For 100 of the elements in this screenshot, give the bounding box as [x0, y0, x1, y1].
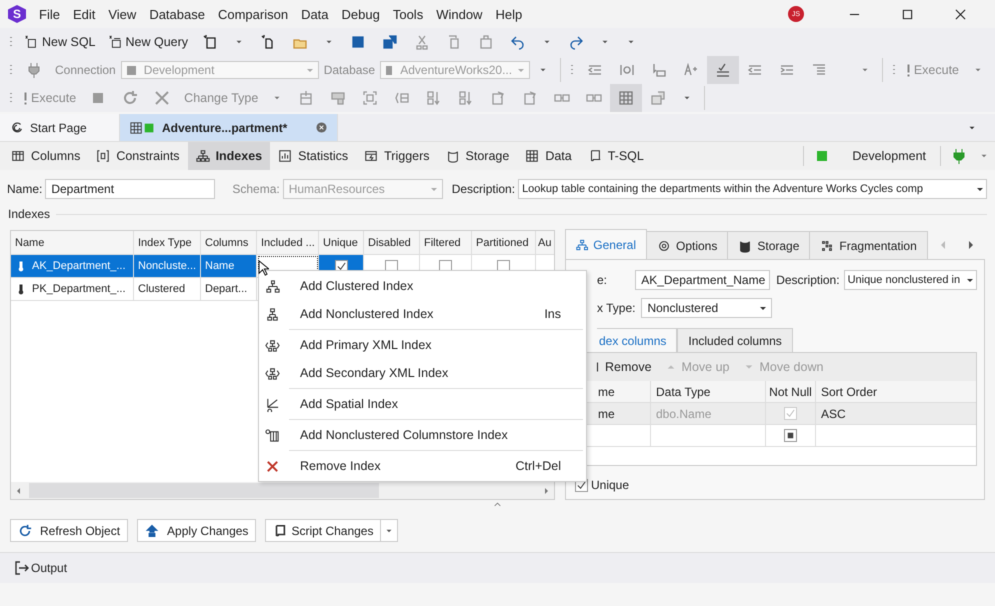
- editor-tab[interactable]: Columns: [3, 142, 88, 170]
- connection-label: Connection: [55, 63, 116, 77]
- grid-icon[interactable]: [610, 84, 642, 112]
- menu-item[interactable]: Add Clustered Index: [259, 272, 586, 300]
- new-window-icon: [108, 35, 122, 49]
- menu-item[interactable]: Remove Index Ctrl+Del: [259, 452, 586, 480]
- refresh-icon: [10, 120, 24, 134]
- editor-tab[interactable]: Statistics: [270, 142, 356, 170]
- table-cell: ASC: [821, 406, 846, 420]
- editor-tab[interactable]: Indexes: [188, 142, 270, 170]
- columnstore-icon: [265, 428, 280, 442]
- toolbar-button[interactable]: Remove: [596, 359, 652, 375]
- editor-tab[interactable]: Triggers: [356, 142, 438, 170]
- document-tab[interactable]: Adventure...partment*: [120, 114, 338, 141]
- exit-icon: [14, 560, 30, 576]
- editor-tab[interactable]: T-SQL: [580, 142, 652, 170]
- checkmark-icon: [336, 260, 346, 272]
- index-name-field[interactable]: AK_Department_Name: [635, 270, 770, 290]
- table-icon: [130, 120, 156, 134]
- schema-label: Schema:: [232, 182, 280, 196]
- menu-item[interactable]: Data: [301, 6, 329, 22]
- new-query-button[interactable]: New Query: [102, 31, 194, 53]
- checkmark-icon: [785, 408, 796, 419]
- menu-item[interactable]: Edit: [72, 6, 96, 22]
- scroll-left-icon[interactable]: [15, 486, 23, 494]
- refresh-icon: [18, 524, 32, 538]
- hierarchy-icon: [265, 338, 280, 352]
- square-icon: [785, 430, 796, 441]
- storage-icon: [738, 238, 752, 252]
- indexes-icon: [196, 149, 210, 163]
- options-icon: [657, 238, 671, 252]
- columns-tab[interactable]: Included columns: [677, 328, 793, 352]
- apply-button[interactable]: Apply Changes: [137, 519, 256, 542]
- statistics-icon: [278, 149, 292, 163]
- storage-icon: [446, 149, 460, 163]
- properties-tab[interactable]: Fragmentation: [809, 231, 928, 259]
- app-logo: S: [8, 5, 26, 23]
- checkmark-icon: [576, 480, 587, 490]
- section-title: Indexes: [8, 207, 50, 221]
- table-cell: PK_Department_...: [32, 283, 126, 295]
- menu-item[interactable]: Tools: [392, 6, 424, 22]
- menu-item[interactable]: Comparison: [218, 6, 288, 22]
- table-cell: Clustered: [134, 278, 201, 301]
- output-button[interactable]: Output: [14, 560, 68, 576]
- connection-name: Development: [852, 149, 926, 163]
- properties-tab[interactable]: Storage: [727, 231, 810, 259]
- editor-tab[interactable]: Constraints: [88, 142, 188, 170]
- spatial-icon: [265, 396, 280, 412]
- menu-item[interactable]: File: [39, 6, 60, 22]
- triggers-icon: [364, 149, 378, 163]
- properties-tab[interactable]: General: [565, 229, 647, 259]
- hierarchy-icon: [265, 366, 280, 380]
- data-icon: [525, 149, 540, 163]
- exclamation-icon: [24, 92, 27, 104]
- name-label: e:: [597, 273, 608, 287]
- columns-icon: [11, 149, 25, 163]
- general-icon: [576, 238, 588, 252]
- script-button[interactable]: Script Changes: [265, 519, 398, 542]
- document-tab[interactable]: Start Page: [0, 114, 120, 141]
- horizontal-scrollbar[interactable]: [11, 482, 554, 499]
- menu-item[interactable]: Debug: [342, 6, 380, 22]
- name-label: Name:: [7, 182, 42, 196]
- menu-item[interactable]: Add Nonclustered Index Ins: [259, 300, 586, 328]
- fragmentation-icon: [820, 238, 834, 252]
- close-icon[interactable]: [955, 8, 966, 20]
- constraints-icon: [96, 149, 110, 163]
- menu-item[interactable]: Add Primary XML Index: [259, 331, 586, 359]
- hierarchy-icon: [265, 278, 280, 294]
- maximize-icon[interactable]: [902, 8, 913, 20]
- menu-item[interactable]: Window: [436, 6, 482, 22]
- database-label: Database: [324, 63, 376, 77]
- table-cell: dbo.Name: [656, 406, 712, 420]
- description-field[interactable]: Unique nonclustered in: [844, 270, 977, 290]
- description-field[interactable]: Lookup table containing the departments within the Adventure Works Cycles comp: [518, 179, 987, 199]
- exclamation-icon: [906, 64, 910, 76]
- close-icon: [265, 458, 280, 474]
- sql-check-icon[interactable]: [707, 56, 740, 84]
- script-icon: [273, 524, 288, 538]
- properties-tab[interactable]: Options: [646, 231, 728, 259]
- editor-tab[interactable]: Storage: [438, 142, 518, 170]
- editor-tab[interactable]: Data: [517, 142, 580, 170]
- index-type-dropdown[interactable]: Nonclustered: [641, 298, 772, 318]
- menu-item[interactable]: Database: [149, 6, 205, 22]
- description-label: Description:: [776, 273, 840, 287]
- table-cell: Name: [201, 255, 257, 278]
- column-header[interactable]: Au: [536, 231, 554, 255]
- upload-icon: [145, 524, 160, 538]
- table-cell: Noncluste...: [134, 255, 201, 278]
- checkbox[interactable]: [784, 429, 797, 442]
- new-sql-button[interactable]: New SQL: [18, 31, 102, 53]
- columns-tab[interactable]: dex columns: [597, 328, 678, 352]
- name-field[interactable]: Department: [45, 179, 216, 199]
- collapse-icon[interactable]: [494, 502, 501, 507]
- scroll-right-icon[interactable]: [542, 486, 550, 494]
- table-cell: AK_Department_...: [32, 260, 126, 272]
- hierarchy-icon: [265, 306, 280, 322]
- menu-item[interactable]: Help: [495, 6, 522, 22]
- description-label: Description:: [452, 182, 516, 196]
- refresh-button[interactable]: Refresh Object: [10, 519, 128, 542]
- menu-item[interactable]: View: [108, 6, 136, 22]
